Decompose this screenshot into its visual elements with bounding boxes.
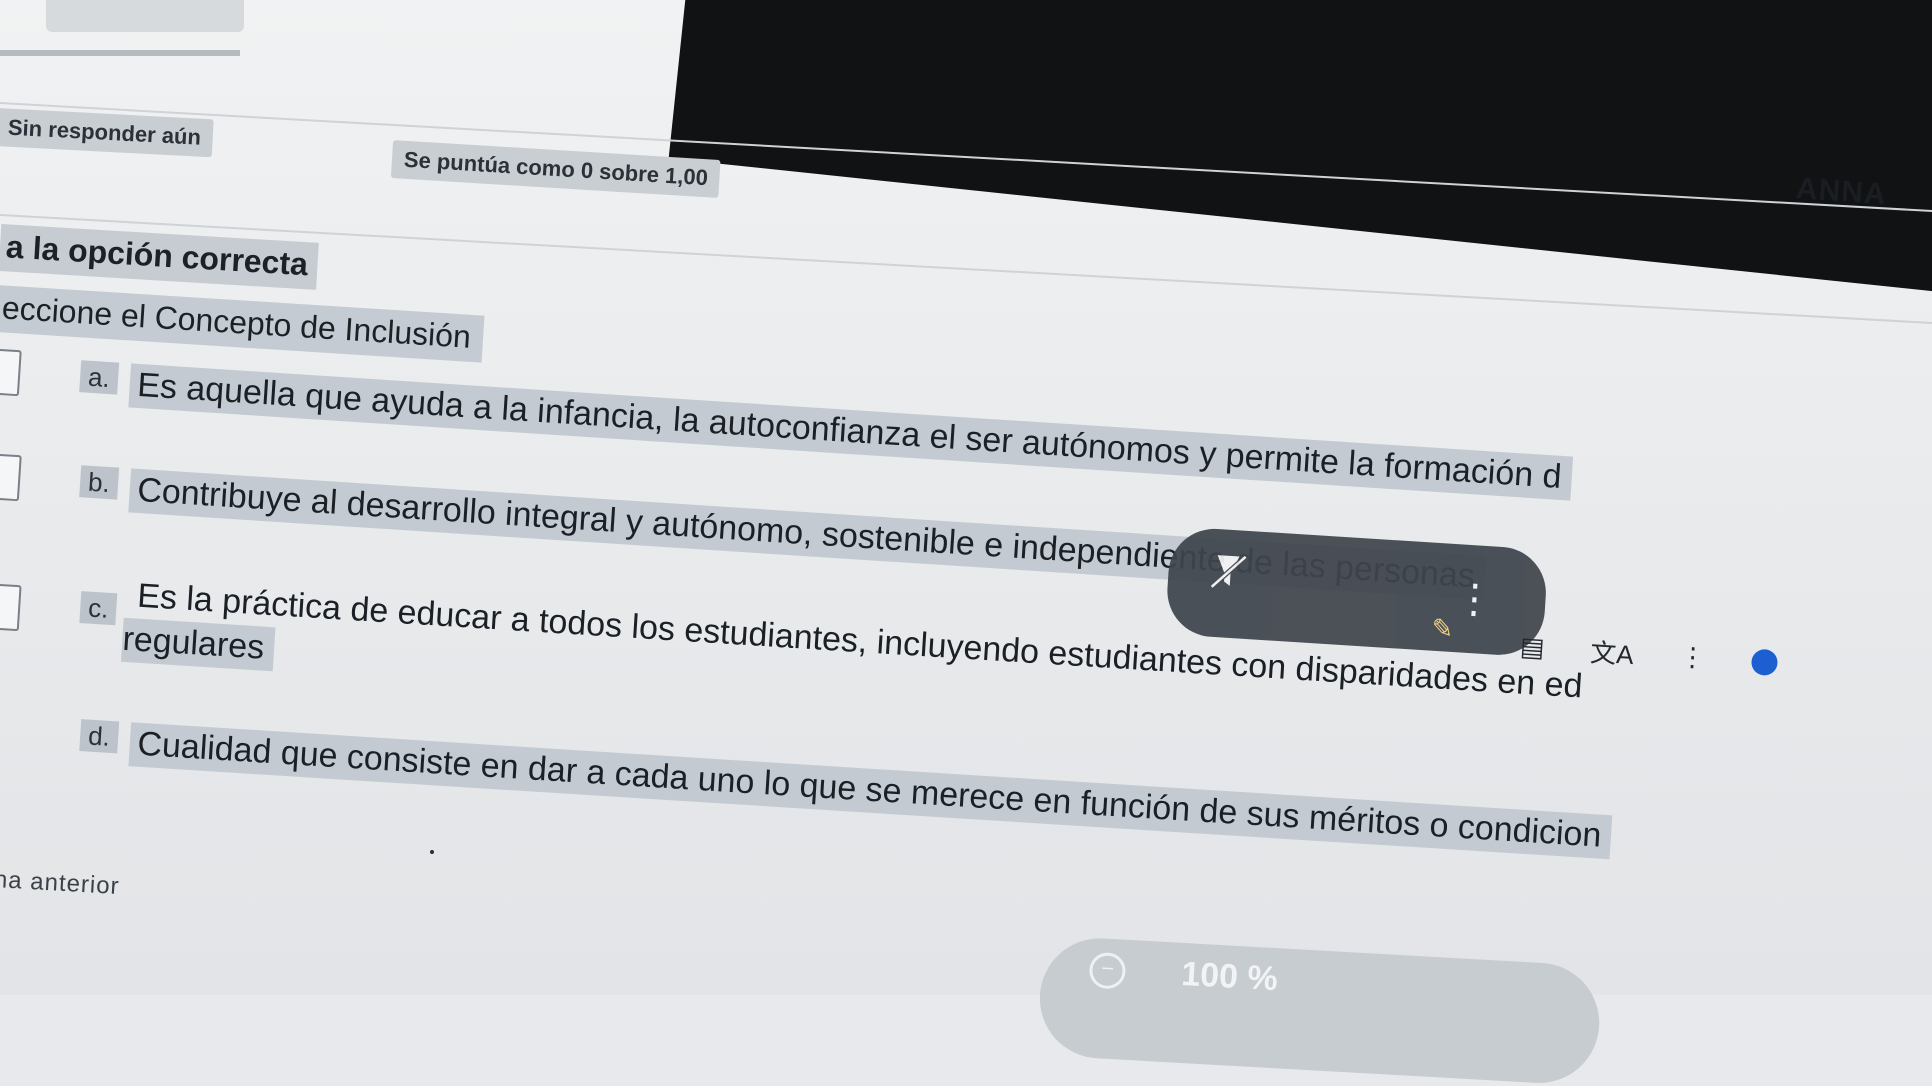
cursor-dot	[430, 850, 434, 854]
option-c-text-line2[interactable]: regulares	[121, 617, 276, 672]
user-name: ANNA	[1794, 172, 1888, 212]
option-a-checkbox[interactable]	[0, 347, 22, 397]
floating-toolbar: ⋮ ✎	[1164, 526, 1549, 658]
pen-icon[interactable]: ✎	[1425, 612, 1461, 644]
strike-pointer-icon-svg	[1210, 554, 1248, 589]
document-icon[interactable]: ▤	[1519, 631, 1545, 663]
option-b-letter: b.	[79, 465, 119, 500]
question-text: eccione el Concepto de Inclusión	[0, 285, 485, 363]
option-a-letter: a.	[79, 360, 119, 395]
kebab-icon[interactable]: ⋮	[1453, 570, 1496, 628]
option-d-letter: d.	[79, 719, 119, 754]
strike-pointer-icon[interactable]	[1203, 546, 1254, 597]
option-b-checkbox[interactable]	[0, 452, 22, 502]
top-divider	[0, 50, 240, 56]
zoom-control[interactable]: − 100 %	[1036, 935, 1603, 1086]
option-c-checkbox[interactable]	[0, 582, 22, 632]
question-status: Sin responder aún	[0, 108, 214, 158]
monitor-bezel	[668, 0, 1932, 305]
screen: Sin responder aún Se puntúa como 0 sobre…	[0, 0, 1932, 1086]
previous-page-link[interactable]: na anterior	[0, 866, 120, 901]
option-d-text[interactable]: Cualidad que consiste en dar a cada uno …	[128, 722, 1613, 860]
option-c-letter: c.	[79, 591, 118, 626]
assistant-icon[interactable]	[1750, 648, 1779, 676]
option-a-text[interactable]: Es aquella que ayuda a la infancia, la a…	[127, 363, 1573, 501]
zoom-out-icon[interactable]: −	[1088, 951, 1127, 990]
more-icon[interactable]: ⋮	[1679, 641, 1707, 674]
translate-icon[interactable]: 文A	[1589, 632, 1635, 672]
zoom-level: 100 %	[1180, 954, 1279, 999]
top-tab	[46, 0, 244, 32]
question-instruction: a la opción correcta	[0, 224, 320, 290]
